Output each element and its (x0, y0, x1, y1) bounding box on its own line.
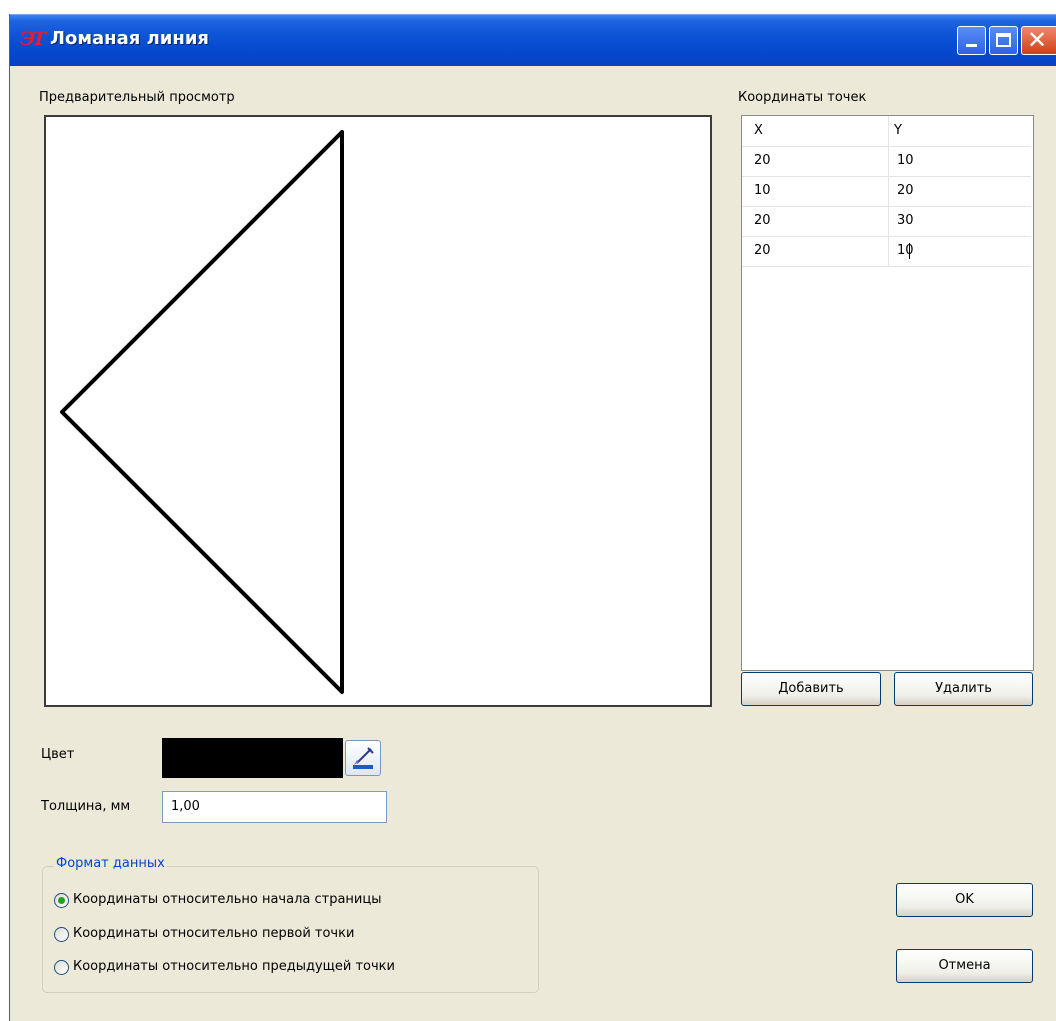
table-header: X Y (742, 116, 1031, 147)
minimize-button[interactable] (957, 26, 986, 55)
app-logo-icon: ЭТ (20, 28, 46, 50)
table-row[interactable]: 10 20 (742, 176, 1031, 207)
color-swatch[interactable] (162, 738, 343, 778)
minimize-icon (966, 44, 977, 47)
maximize-button[interactable] (989, 26, 1018, 55)
preview-drawing (60, 130, 344, 694)
color-picker-icon (353, 747, 374, 769)
title-bar[interactable]: ЭТ Ломаная линия ✕ (10, 14, 1056, 66)
radio-button[interactable] (54, 960, 69, 975)
data-format-title: Формат данных (54, 856, 167, 871)
cell-x[interactable]: 20 (754, 206, 771, 236)
thickness-input[interactable]: 1,00 (162, 791, 387, 823)
table-row[interactable]: 20 10 (742, 146, 1031, 177)
column-header-y: Y (894, 123, 902, 138)
close-button[interactable]: ✕ (1021, 26, 1056, 55)
cell-x[interactable]: 20 (754, 236, 771, 266)
close-icon: ✕ (1027, 26, 1048, 54)
points-table[interactable]: X Y 20 10 10 20 20 30 20 10 (741, 115, 1034, 671)
cell-y[interactable]: 30 (897, 206, 914, 236)
text-caret (909, 243, 910, 259)
radio-label[interactable]: Координаты относительно предыдущей точки (73, 959, 395, 974)
dialog-window: ЭТ Ломаная линия ✕ Предварительный просм… (9, 14, 1056, 1021)
table-row[interactable]: 20 10 (742, 236, 1031, 267)
ok-button[interactable]: OK (896, 883, 1033, 917)
cell-y[interactable]: 20 (897, 176, 914, 206)
add-point-button[interactable]: Добавить (741, 672, 881, 706)
preview-label: Предварительный просмотр (39, 90, 235, 105)
points-label: Координаты точек (738, 90, 867, 105)
delete-point-button[interactable]: Удалить (894, 672, 1033, 706)
radio-label[interactable]: Координаты относительно начала страницы (73, 892, 381, 907)
cell-x[interactable]: 20 (754, 146, 771, 176)
maximize-icon (996, 33, 1011, 47)
cell-y[interactable]: 10 (897, 146, 914, 176)
color-label: Цвет (41, 747, 75, 762)
window-title: Ломаная линия (50, 28, 209, 49)
table-row[interactable]: 20 30 (742, 206, 1031, 237)
cell-x[interactable]: 10 (754, 176, 771, 206)
color-picker-button[interactable] (345, 740, 381, 776)
thickness-label: Толщина, мм (41, 799, 131, 814)
radio-button[interactable] (54, 927, 69, 942)
radio-button[interactable] (54, 893, 69, 908)
preview-canvas (44, 115, 712, 707)
radio-label[interactable]: Координаты относительно первой точки (73, 926, 354, 941)
cancel-button[interactable]: Отмена (896, 949, 1033, 983)
polyline-shape (60, 130, 344, 694)
column-header-x: X (754, 123, 763, 138)
cell-y[interactable]: 10 (897, 236, 914, 266)
